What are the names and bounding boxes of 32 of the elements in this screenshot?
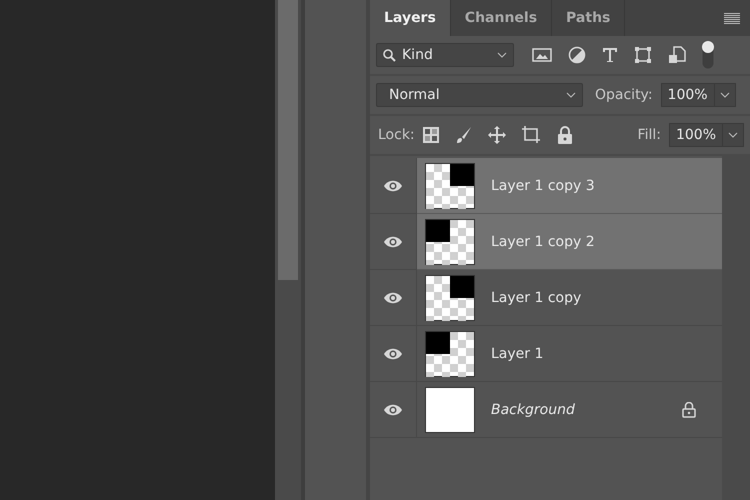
lock-label: Lock: (378, 127, 415, 143)
opacity-field[interactable]: 100% (660, 83, 736, 107)
half-circle-icon[interactable] (568, 46, 586, 64)
shape-icon[interactable] (634, 46, 652, 64)
smart-object-icon[interactable] (668, 46, 686, 64)
panel-tab[interactable]: Layers (370, 0, 451, 36)
caret-icon (566, 92, 576, 98)
caret-icon (728, 132, 738, 138)
layer-row[interactable]: Layer 1 copy 2 (417, 214, 722, 270)
caret-icon (497, 52, 507, 58)
layer-row[interactable]: Layer 1 copy 3 (417, 158, 722, 214)
filter-dropdown[interactable]: Kind (376, 43, 514, 67)
caret-icon (720, 92, 730, 98)
blend-mode-dropdown[interactable]: Normal (376, 83, 583, 107)
text-icon[interactable] (602, 47, 618, 63)
opacity-label: Opacity: (595, 87, 653, 103)
filter-toggle[interactable] (702, 41, 714, 69)
crop-icon[interactable] (520, 125, 543, 145)
eye-icon[interactable] (383, 236, 403, 248)
eye-icon[interactable] (383, 404, 403, 416)
eye-icon[interactable] (383, 180, 403, 192)
checkerboard-icon[interactable] (422, 127, 439, 143)
search-icon (383, 48, 396, 62)
fill-field[interactable]: 100% (668, 123, 744, 147)
move-icon[interactable] (486, 125, 507, 145)
scrollbar-thumb[interactable] (278, 0, 298, 280)
image-icon[interactable] (532, 47, 552, 63)
lock-icon[interactable] (556, 126, 573, 144)
menu-icon[interactable] (724, 12, 740, 24)
eye-icon[interactable] (383, 292, 403, 304)
fill-label: Fill: (638, 127, 661, 143)
eye-icon[interactable] (383, 348, 403, 360)
